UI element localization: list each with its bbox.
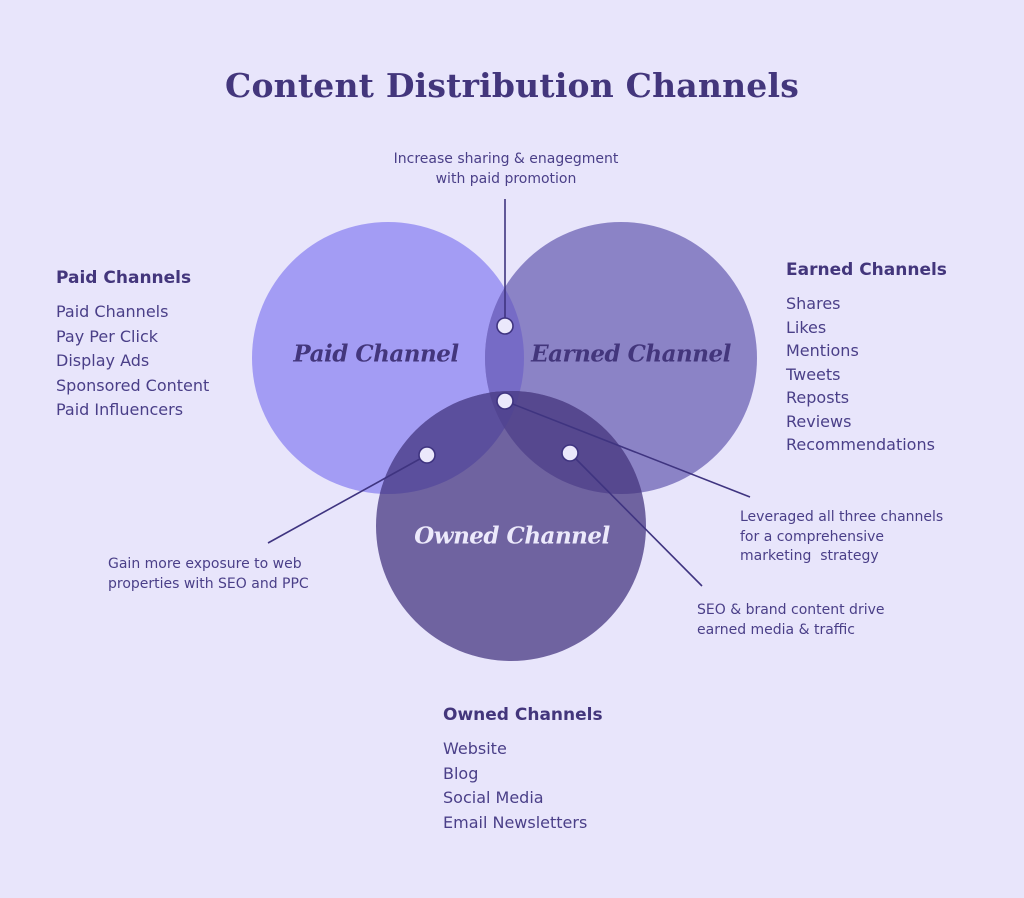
owned-circle-label: Owned Channel bbox=[414, 522, 610, 550]
earned-circle-label: Earned Channel bbox=[531, 340, 731, 368]
owned-channels-group: Owned Channels Website Blog Social Media… bbox=[443, 705, 603, 835]
paid-channels-heading: Paid Channels bbox=[56, 268, 192, 288]
list-item: Tweets bbox=[786, 364, 841, 384]
marker-paid-owned bbox=[418, 446, 436, 464]
list-item: Shares bbox=[786, 294, 841, 313]
list-item: Mentions bbox=[786, 341, 859, 360]
annotation-earned-owned: SEO & brand content drive earned media &… bbox=[697, 602, 885, 638]
list-item: Display Ads bbox=[56, 351, 150, 370]
marker-earned-owned bbox=[561, 444, 579, 462]
list-item: Pay Per Click bbox=[56, 326, 158, 346]
paid-channels-group: Paid Channels Paid Channels Pay Per Clic… bbox=[56, 268, 209, 423]
earned-channels-group: Earned Channels Shares Likes Mentions Tw… bbox=[786, 260, 947, 457]
list-item: Social Media bbox=[443, 788, 544, 807]
earned-channels-heading: Earned Channels bbox=[786, 260, 947, 280]
annotation-paid-earned: Increase sharing & enagegment with paid … bbox=[393, 151, 619, 187]
list-item: Reposts bbox=[786, 388, 850, 407]
list-item: Reviews bbox=[786, 411, 852, 431]
marker-all-three bbox=[496, 392, 514, 410]
marker-paid-earned bbox=[496, 317, 514, 335]
list-item: Sponsored Content bbox=[56, 375, 210, 395]
list-item: Likes bbox=[786, 317, 827, 337]
list-item: Paid Influencers bbox=[56, 400, 184, 419]
annotation-all-three: Leveraged all three channels for a compr… bbox=[740, 509, 944, 564]
list-item: Email Newsletters bbox=[443, 812, 588, 832]
list-item: Blog bbox=[443, 763, 479, 783]
annotation-paid-owned: Gain more exposure to web properties wit… bbox=[108, 556, 309, 592]
list-item: Recommendations bbox=[786, 435, 935, 454]
owned-channels-heading: Owned Channels bbox=[443, 705, 603, 725]
list-item: Website bbox=[443, 739, 507, 758]
paid-circle-label: Paid Channel bbox=[293, 340, 459, 368]
list-item: Paid Channels bbox=[56, 302, 169, 321]
